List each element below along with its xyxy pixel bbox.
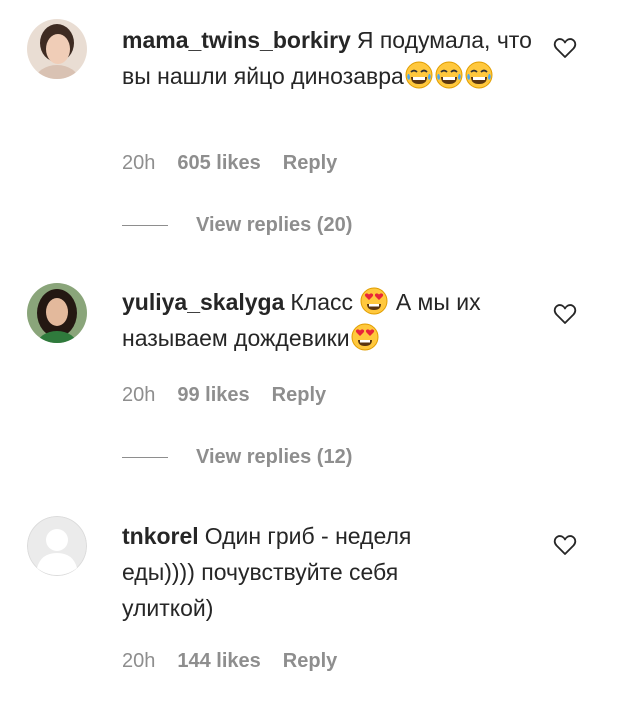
default-avatar-icon[interactable] — [27, 516, 87, 576]
comment-meta: 20h 144 likes Reply — [122, 648, 359, 674]
heart-eyes-emoji-icon — [360, 287, 388, 315]
comment-time: 20h — [122, 152, 156, 174]
comment-text: yuliya_skalyga Класс А мы их называем дож… — [122, 284, 532, 356]
comment-text: mama_twins_borkiry Я подумала, что вы наш… — [122, 22, 532, 94]
avatar[interactable] — [27, 283, 87, 343]
tears-of-joy-emoji-icon — [435, 61, 463, 89]
divider-dash — [122, 225, 168, 227]
laughing-emoji-group — [404, 61, 494, 89]
comment-likes[interactable]: 605 likes — [177, 152, 260, 174]
avatar[interactable] — [27, 19, 87, 79]
view-replies-button[interactable]: View replies (12) — [122, 444, 352, 470]
tears-of-joy-emoji-icon — [465, 61, 493, 89]
comment-likes[interactable]: 144 likes — [177, 650, 260, 672]
comment-username[interactable]: mama_twins_borkiry — [122, 27, 351, 53]
comment-username[interactable]: yuliya_skalyga — [122, 289, 284, 315]
comment-meta: 20h 605 likes Reply — [122, 150, 359, 176]
view-replies-label: View replies (20) — [196, 214, 353, 236]
comment-time: 20h — [122, 384, 156, 406]
comment-text: tnkorel Один гриб - неделя еды)))) почувс… — [122, 518, 472, 626]
heart-outline-icon[interactable] — [553, 37, 577, 59]
reply-button[interactable]: Reply — [283, 650, 337, 672]
divider-dash — [122, 457, 168, 459]
comment-time: 20h — [122, 650, 156, 672]
comment-username[interactable]: tnkorel — [122, 523, 199, 549]
heart-outline-icon[interactable] — [553, 534, 577, 556]
heart-eyes-emoji-icon — [351, 323, 379, 351]
reply-button[interactable]: Reply — [272, 384, 326, 406]
comment-likes[interactable]: 99 likes — [177, 384, 249, 406]
reply-button[interactable]: Reply — [283, 152, 337, 174]
view-replies-label: View replies (12) — [196, 446, 353, 468]
comment-meta: 20h 99 likes Reply — [122, 382, 348, 408]
tears-of-joy-emoji-icon — [405, 61, 433, 89]
heart-outline-icon[interactable] — [553, 303, 577, 325]
view-replies-button[interactable]: View replies (20) — [122, 212, 352, 238]
comment-content: Класс — [290, 289, 354, 315]
